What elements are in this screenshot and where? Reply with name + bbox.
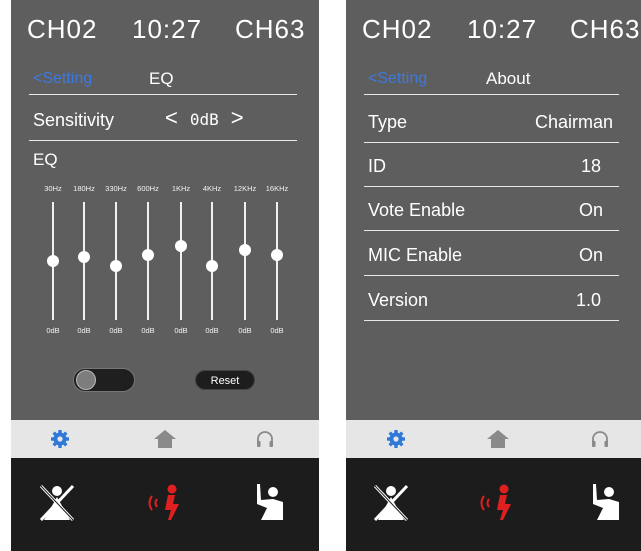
row-label: Version	[368, 290, 429, 310]
eq-band-slider-knob[interactable]	[110, 259, 122, 272]
eq-band-frequency-label: 30Hz	[44, 184, 62, 193]
eq-band-gain-label: 0dB	[270, 326, 284, 335]
eq-band-frequency-label: 330Hz	[105, 184, 127, 193]
eq-band-frequency-label: 1KHz	[171, 184, 191, 193]
row-label: Type	[368, 112, 408, 132]
eq-band-frequency-label: 180Hz	[73, 184, 95, 193]
row-label: ID	[368, 156, 386, 176]
sensitivity-label: Sensitivity	[33, 110, 115, 130]
eq-nav-bar: <Setting EQ	[29, 66, 297, 95]
mic-off-button[interactable]	[366, 480, 416, 526]
bottom-tab-bar	[346, 420, 641, 458]
about-row-id: ID 18	[364, 146, 619, 187]
row-value: Chairman	[534, 112, 613, 132]
right-channel: CH63	[570, 14, 641, 44]
eq-band-slider-knob[interactable]	[142, 249, 154, 262]
about-row-vote-enable: Vote Enable On	[364, 190, 619, 231]
eq-band-gain-label: 0dB	[205, 326, 219, 335]
row-value: On	[578, 200, 603, 220]
speaking-icon	[480, 484, 511, 520]
sensitivity-stepper: <0dB >	[165, 105, 244, 131]
status-bar: CH02 10:27 CH63	[346, 6, 641, 48]
mic-off-person-icon	[39, 484, 75, 522]
back-to-setting-link[interactable]: <Setting	[368, 70, 427, 88]
row-label: Vote Enable	[368, 200, 466, 220]
toggle-thumb	[76, 370, 96, 390]
eq-band-slider-knob[interactable]	[239, 244, 251, 257]
row-value: 18	[580, 156, 601, 176]
page-title: About	[486, 69, 531, 88]
eq-band-slider-track[interactable]	[180, 202, 182, 320]
eq-band-frequency-label: 4KHz	[202, 184, 222, 193]
eq-band-slider-knob[interactable]	[78, 251, 90, 264]
tab-settings[interactable]	[40, 420, 80, 458]
headphones-icon	[592, 431, 608, 447]
back-to-setting-link[interactable]: <Setting	[33, 70, 92, 88]
raise-hand-request-icon	[257, 484, 283, 520]
speaking-icon	[148, 484, 179, 520]
request-button[interactable]	[243, 480, 293, 526]
sensitivity-decrease-button[interactable]: <	[165, 105, 178, 130]
about-screen: CH02 10:27 CH63 <Setting About Type Chai…	[346, 0, 641, 551]
eq-band-frequency-label: 600Hz	[137, 184, 159, 193]
eq-screen: CH02 10:27 CH63 <Setting EQ Sensitivity …	[11, 0, 319, 551]
speak-button[interactable]	[473, 480, 523, 526]
left-channel: CH02	[362, 14, 433, 44]
home-icon	[487, 430, 509, 448]
sensitivity-row: Sensitivity <0dB >	[29, 100, 297, 141]
about-row-version: Version 1.0	[364, 280, 619, 321]
mic-off-person-icon	[373, 484, 409, 522]
eq-band-gain-label: 0dB	[77, 326, 91, 335]
about-row-type: Type Chairman	[364, 102, 619, 143]
row-label: MIC Enable	[368, 245, 463, 265]
right-channel: CH63	[235, 14, 306, 44]
eq-band-slider-track[interactable]	[244, 202, 246, 320]
eq-band-gain-label: 0dB	[141, 326, 155, 335]
clock: 10:27	[467, 14, 538, 44]
tab-headphones[interactable]	[580, 420, 620, 458]
home-icon	[154, 430, 176, 448]
eq-band-slider-knob[interactable]	[271, 249, 283, 262]
status-bar: CH02 10:27 CH63	[11, 6, 319, 48]
about-row-mic-enable: MIC Enable On	[364, 235, 619, 276]
eq-band-gain-label: 0dB	[174, 326, 188, 335]
eq-band-slider-knob[interactable]	[47, 255, 59, 267]
request-button[interactable]	[579, 480, 629, 526]
bottom-tab-bar	[11, 420, 319, 458]
settings-gear-icon	[387, 430, 405, 448]
action-bar	[11, 458, 319, 551]
sensitivity-increase-button[interactable]: >	[231, 105, 244, 130]
speak-button[interactable]	[141, 480, 191, 526]
tab-settings[interactable]	[376, 420, 416, 458]
eq-section-label: EQ	[33, 150, 58, 169]
eq-band-frequency-label: 16KHz	[265, 184, 289, 193]
row-value: On	[578, 245, 603, 265]
headphones-icon	[257, 431, 273, 447]
eq-band-gain-label: 0dB	[46, 326, 60, 335]
eq-band-slider-knob[interactable]	[206, 259, 218, 272]
eq-enable-toggle[interactable]	[73, 368, 135, 392]
settings-gear-icon	[51, 430, 69, 448]
eq-band-gain-label: 0dB	[238, 326, 252, 335]
eq-band-frequency-label: 12KHz	[233, 184, 257, 193]
tab-home[interactable]	[478, 420, 518, 458]
eq-band-slider-knob[interactable]	[175, 239, 187, 252]
clock: 10:27	[132, 14, 203, 44]
mic-off-button[interactable]	[32, 480, 82, 526]
tab-headphones[interactable]	[245, 420, 285, 458]
sensitivity-value: 0dB	[189, 110, 219, 129]
tab-home[interactable]	[145, 420, 185, 458]
reset-button[interactable]: Reset	[195, 370, 255, 390]
raise-hand-request-icon	[593, 484, 619, 520]
left-channel: CH02	[27, 14, 98, 44]
about-nav-bar: <Setting About	[364, 66, 619, 95]
action-bar	[346, 458, 641, 551]
row-value: 1.0	[575, 290, 601, 310]
eq-band-gain-label: 0dB	[109, 326, 123, 335]
page-title: EQ	[149, 69, 174, 88]
